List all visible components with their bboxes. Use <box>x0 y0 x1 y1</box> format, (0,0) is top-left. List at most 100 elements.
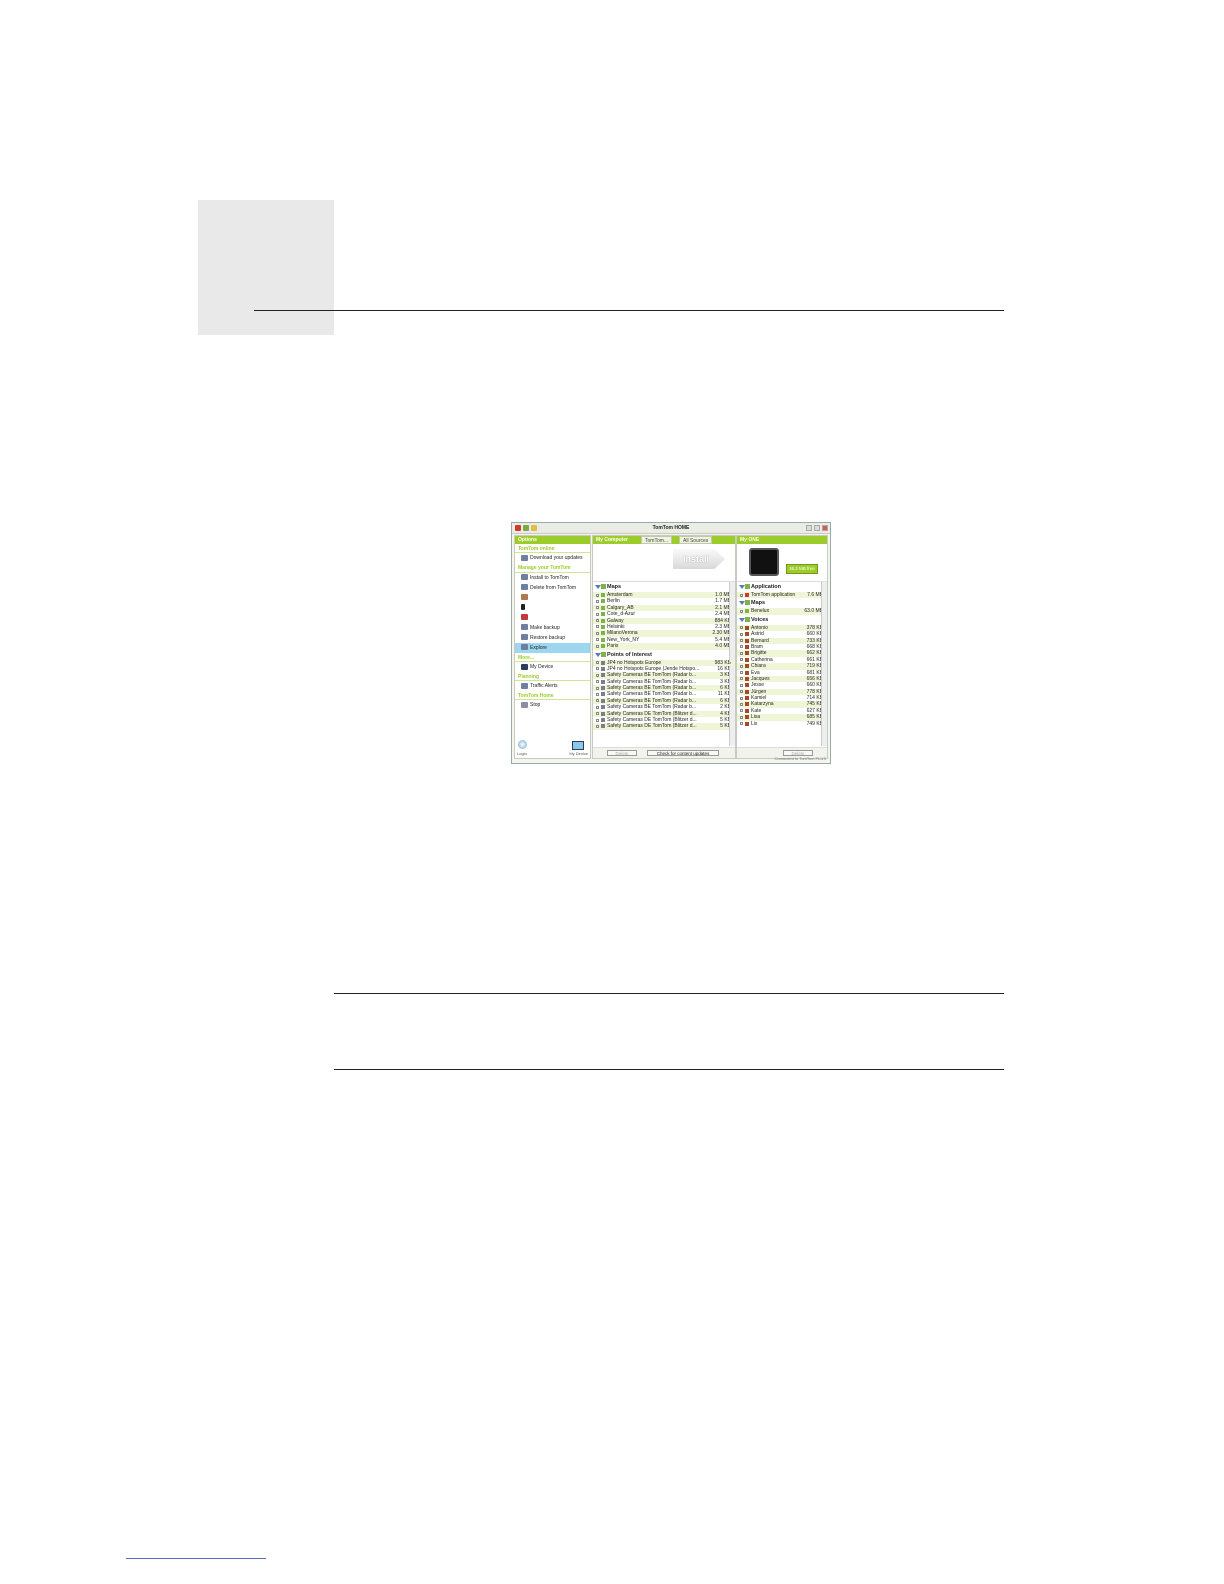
item-checkbox[interactable] <box>596 599 599 603</box>
group-header[interactable]: Points of Interest <box>593 650 735 660</box>
item-checkbox[interactable] <box>740 677 743 681</box>
computer-panel: My Computer TomTom... All Sources Instal… <box>592 535 736 759</box>
item-checkbox[interactable] <box>740 651 743 655</box>
item-icon <box>601 686 605 691</box>
item-checkbox[interactable] <box>740 632 743 636</box>
device-icon[interactable] <box>572 741 584 750</box>
item-name: Safety Cameras DE TomTom (Blitzer d... <box>607 717 697 724</box>
item-checkbox[interactable] <box>740 696 743 700</box>
option-stop[interactable]: Stop <box>515 700 590 710</box>
item-checkbox[interactable] <box>596 661 599 665</box>
list-item[interactable]: Safety Cameras DE TomTom (Blitzer d... 5 … <box>593 723 735 730</box>
item-checkbox[interactable] <box>596 606 599 610</box>
item-checkbox[interactable] <box>740 664 743 668</box>
item-icon <box>601 698 605 703</box>
item-checkbox[interactable] <box>596 699 599 703</box>
tab-my-computer[interactable]: My Computer <box>593 536 631 544</box>
item-checkbox[interactable] <box>596 692 599 696</box>
close-button[interactable] <box>822 525 828 531</box>
item-checkbox[interactable] <box>740 609 743 613</box>
options-panel: Options TomTom online Download your upda… <box>514 535 591 759</box>
item-checkbox[interactable] <box>596 712 599 716</box>
item-icon <box>745 702 749 707</box>
item-checkbox[interactable] <box>596 680 599 684</box>
option-label: Explore <box>530 644 547 651</box>
globe-icon[interactable] <box>518 740 527 749</box>
option-make-backup[interactable]: Make backup <box>515 623 590 633</box>
storage-badge: 16.2 MB free <box>786 564 818 575</box>
option-label: Stop <box>530 702 541 709</box>
item-checkbox[interactable] <box>740 709 743 713</box>
option-my-device[interactable]: My Device <box>515 662 590 672</box>
item-checkbox[interactable] <box>596 631 599 635</box>
item-name: Amsterdam <box>607 592 633 598</box>
item-checkbox[interactable] <box>740 715 743 719</box>
item-checkbox[interactable] <box>740 683 743 687</box>
check-updates-button[interactable]: Check for content updates <box>647 750 719 756</box>
option-label: Make backup <box>530 624 560 631</box>
item-checkbox[interactable] <box>740 645 743 649</box>
item-checkbox[interactable] <box>596 724 599 728</box>
item-checkbox[interactable] <box>596 673 599 677</box>
group-header[interactable]: Maps <box>593 582 735 592</box>
backup-icon <box>521 624 528 631</box>
item-checkbox[interactable] <box>740 690 743 694</box>
item-name: Catherina <box>751 656 773 663</box>
tab-tomtom[interactable]: TomTom... <box>641 536 673 544</box>
install-button[interactable]: Install <box>673 549 725 569</box>
option-photos <box>515 593 590 603</box>
item-name: Eva <box>751 669 760 676</box>
item-checkbox[interactable] <box>596 593 599 597</box>
delete-button[interactable]: Delete <box>607 750 637 756</box>
option-label: My Device <box>530 663 554 670</box>
item-checkbox[interactable] <box>596 686 599 690</box>
device-scrollbar[interactable] <box>821 582 827 746</box>
option-install[interactable]: Install to TomTom <box>515 573 590 583</box>
item-icon <box>745 651 749 656</box>
item-checkbox[interactable] <box>596 625 599 629</box>
item-checkbox[interactable] <box>596 638 599 642</box>
item-checkbox[interactable] <box>596 612 599 616</box>
title-bar: TomTom HOME <box>512 523 830 534</box>
item-checkbox[interactable] <box>740 626 743 630</box>
item-checkbox[interactable] <box>740 593 743 597</box>
item-name: Jacques <box>751 675 770 682</box>
list-item[interactable]: Lix 749 KB <box>737 721 827 727</box>
item-checkbox[interactable] <box>740 639 743 643</box>
option-delete[interactable]: Delete from TomTom <box>515 583 590 593</box>
item-checkbox[interactable] <box>740 658 743 662</box>
item-icon <box>601 644 605 649</box>
option-label: Traffic Alerts <box>530 683 558 690</box>
tab-all-sources[interactable]: All Sources <box>679 536 713 544</box>
item-checkbox[interactable] <box>596 718 599 722</box>
option-restore-backup[interactable]: Restore backup <box>515 633 590 643</box>
item-name: Katarzyna <box>751 701 774 708</box>
item-name: Bram <box>751 643 763 650</box>
maps-scrollbar[interactable] <box>729 582 735 662</box>
group-header[interactable]: Application <box>737 582 827 592</box>
help-button[interactable] <box>806 525 812 531</box>
option-explore[interactable]: Explore <box>515 642 590 653</box>
item-icon <box>745 676 749 681</box>
group-header[interactable]: Maps <box>737 598 827 608</box>
item-checkbox[interactable] <box>596 667 599 671</box>
item-name: Brigitte <box>751 650 767 657</box>
item-icon <box>601 666 605 671</box>
item-checkbox[interactable] <box>596 644 599 648</box>
item-checkbox[interactable] <box>740 722 743 726</box>
option-download-updates[interactable]: Download your updates <box>515 553 590 563</box>
item-checkbox[interactable] <box>740 671 743 675</box>
poi-scrollbar[interactable] <box>729 666 735 746</box>
group-header[interactable]: Voices <box>737 615 827 625</box>
item-checkbox[interactable] <box>740 702 743 706</box>
minimize-button[interactable] <box>814 525 820 531</box>
item-icon <box>745 721 749 726</box>
item-name: Jürgen <box>751 688 767 695</box>
item-checkbox[interactable] <box>596 619 599 623</box>
my-device-label[interactable]: My Device <box>569 751 588 757</box>
login-label[interactable]: Login <box>517 751 527 757</box>
option-traffic-alerts[interactable]: Traffic Alerts <box>515 681 590 691</box>
traffic-icon <box>521 682 528 689</box>
item-checkbox[interactable] <box>596 705 599 709</box>
group-icon <box>601 584 606 589</box>
